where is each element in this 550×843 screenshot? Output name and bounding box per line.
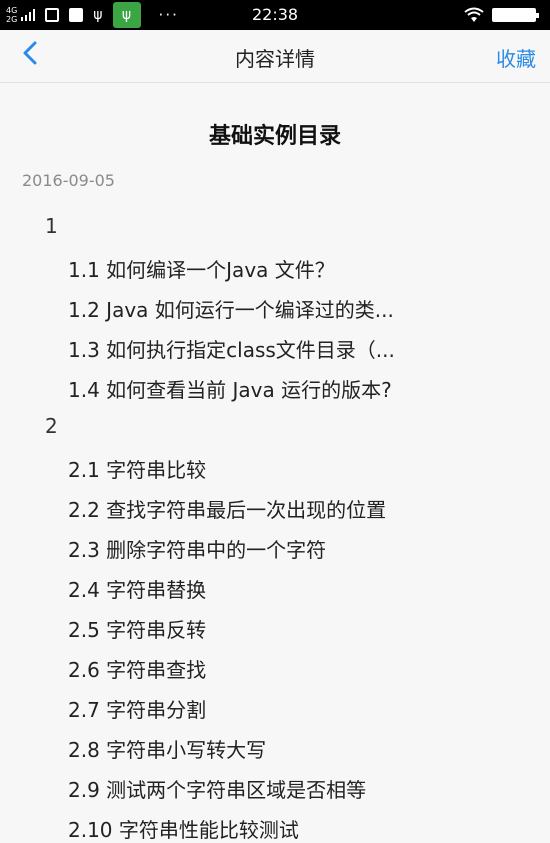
status-bar: 4G 2G ψ ψ ··· 22:38	[0, 0, 550, 30]
toc-item[interactable]: 1.4 如何查看当前 Java 运行的版本?	[68, 374, 392, 403]
toc-section: 1	[45, 214, 58, 238]
battery-icon	[492, 8, 539, 22]
toc-item[interactable]: 1.2 Java 如何运行一个编译过的类...	[68, 294, 394, 323]
toc-item[interactable]: 1.1 如何编译一个Java 文件？	[68, 254, 335, 283]
toc-item[interactable]: 2.7 字符串分割	[68, 694, 206, 723]
toc-item[interactable]: 2.9 测试两个字符串区域是否相等	[68, 774, 366, 803]
image-icon	[45, 8, 60, 22]
toc-item[interactable]: 2.5 字符串反转	[68, 614, 206, 643]
signal-icon	[21, 9, 36, 21]
toc-item[interactable]: 2.3 删除字符串中的一个字符	[68, 534, 326, 563]
clock: 22:38	[252, 5, 299, 24]
toc-item[interactable]: 2.6 字符串查找	[68, 654, 206, 683]
toc-item[interactable]: 2.4 字符串替换	[68, 574, 206, 603]
app-notification-icon: ψ	[112, 2, 141, 28]
network-type-bottom: 2G	[6, 15, 18, 24]
notification-icon	[69, 8, 84, 22]
article-date: 2016-09-05	[22, 171, 115, 190]
toc-item[interactable]: 2.8 字符串小写转大写	[68, 734, 266, 763]
toc-item[interactable]: 2.2 查找字符串最后一次出现的位置	[68, 494, 386, 523]
toc-section: 2	[45, 414, 58, 438]
toc-item[interactable]: 2.10 字符串性能比较测试	[68, 814, 299, 843]
article-title: 基础实例目录	[208, 124, 341, 149]
network-type: 4G 2G	[6, 6, 17, 24]
more-notifications-icon: ···	[158, 6, 179, 24]
favorite-button[interactable]: 收藏	[496, 43, 536, 72]
page-title: 内容详情	[235, 47, 315, 71]
network-type-top: 4G	[6, 6, 18, 15]
toc-item[interactable]: 2.1 字符串比较	[68, 454, 206, 483]
usb-icon: ψ	[93, 7, 103, 23]
wifi-icon	[464, 7, 484, 22]
toc-item[interactable]: 1.3 如何执行指定class文件目录（...	[68, 334, 395, 363]
navigation-bar: 内容详情 收藏	[0, 30, 550, 83]
